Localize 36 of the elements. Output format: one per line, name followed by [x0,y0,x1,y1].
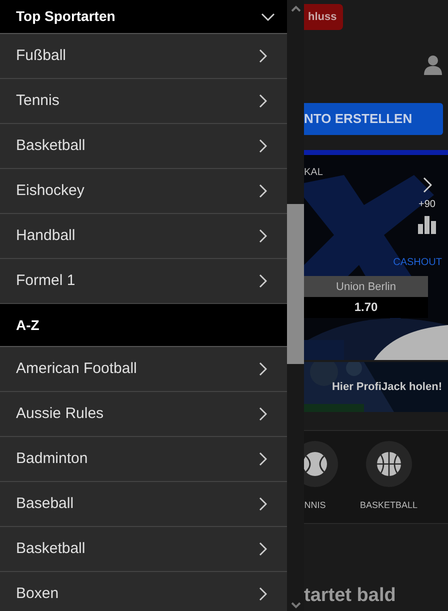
chevron-right-icon [259,274,267,288]
promo-banner[interactable]: Hier ProfiJack holen! [304,362,448,412]
chevron-right-icon [259,139,267,153]
basketball-icon [376,451,402,477]
sport-button[interactable] [304,441,338,487]
odds-value: 1.70 [304,297,428,318]
sport-label: NNIS [304,499,326,512]
league-name: KAL [304,166,324,180]
chevron-right-icon [259,94,267,108]
signup-button[interactable]: NTO ERSTELLEN [304,103,443,135]
chevron-right-icon [259,49,267,63]
login-button[interactable]: hluss [304,4,343,30]
section-heading: tartet bald [304,584,397,608]
sport-button[interactable] [366,441,412,487]
chevron-right-icon [259,542,267,556]
chevron-right-icon [259,362,267,376]
scroll-down-icon[interactable] [290,602,300,609]
sport-label: BASKETBALL [360,499,418,512]
section-title: Top Sportarten [16,7,116,26]
scroll-up-icon[interactable] [290,5,300,12]
stats-icon[interactable] [418,216,436,234]
section-title: A-Z [16,316,40,334]
odds-team-label[interactable]: Union Berlin [304,276,428,297]
more-markets-count[interactable]: +90 [418,197,436,212]
chevron-right-icon [259,184,267,198]
chevron-right-icon [259,407,267,421]
chevron-right-icon [259,497,267,511]
chevron-right-icon[interactable] [422,177,432,193]
cashout-label[interactable]: CASHOUT [393,255,442,270]
user-icon[interactable] [424,55,442,75]
section-header[interactable]: Top Sportarten [0,0,287,34]
chevron-right-icon [259,229,267,243]
scrollbar-thumb[interactable] [287,204,304,364]
chevron-right-icon [259,587,267,601]
chevron-right-icon [259,452,267,466]
promo-text: Hier ProfiJack holen! [332,380,442,395]
